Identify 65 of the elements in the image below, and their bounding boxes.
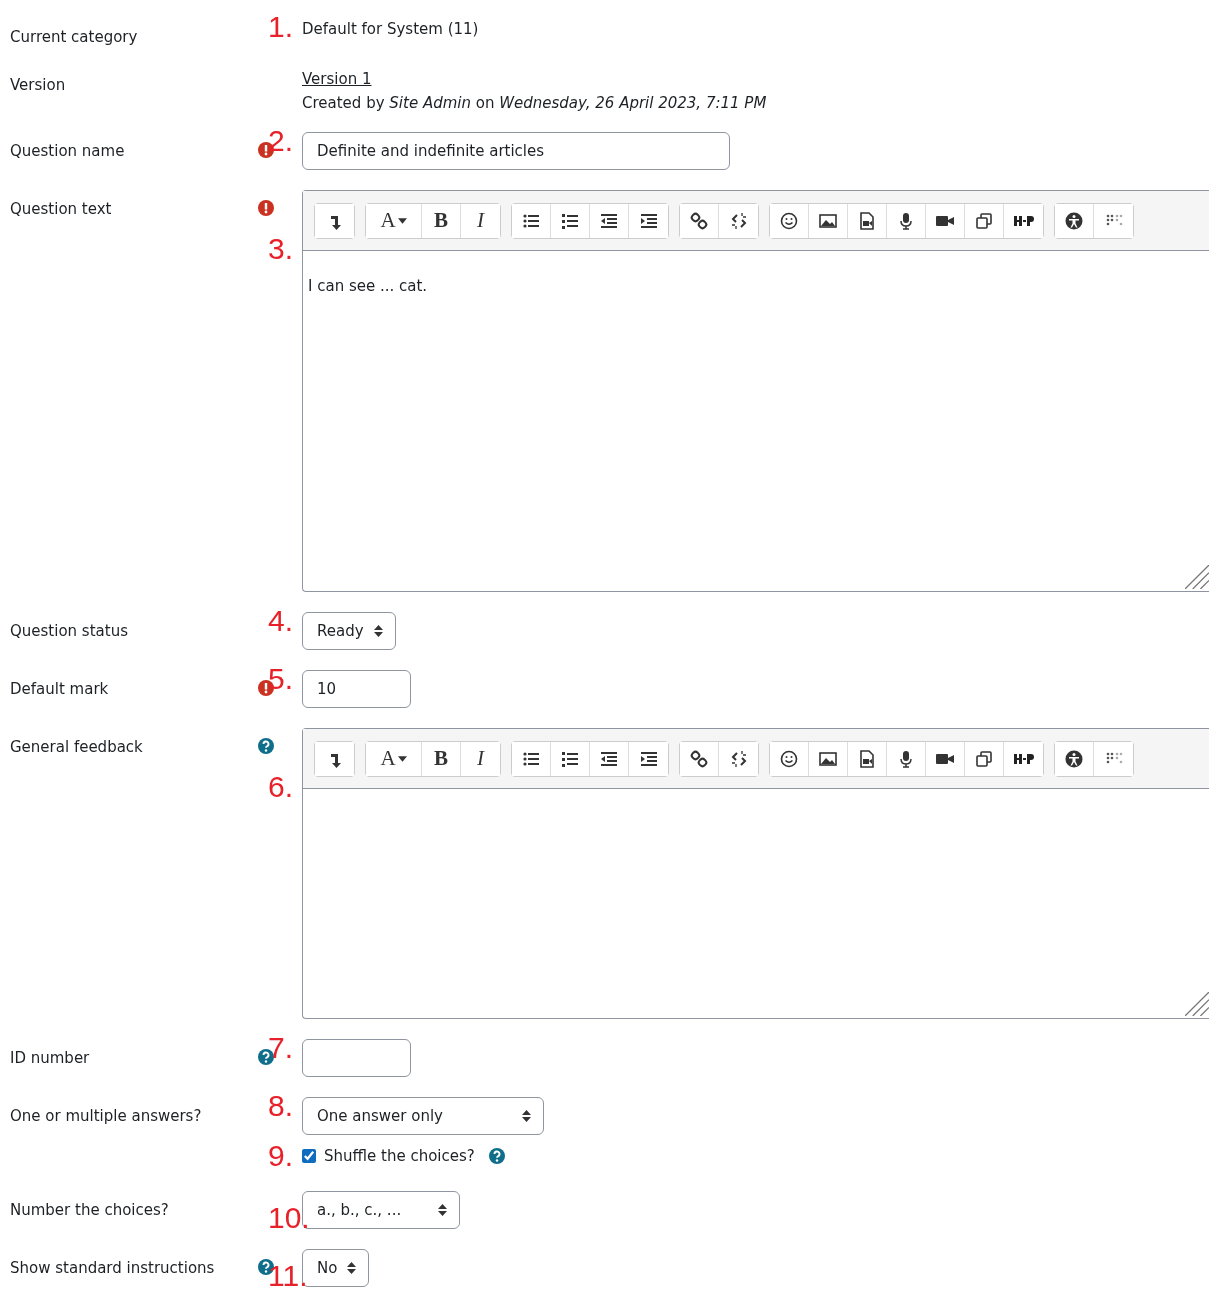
editor-text: I can see ... cat. (308, 277, 428, 295)
field-label: Question name (10, 142, 125, 160)
field-label: Show standard instructions (10, 1259, 215, 1277)
toolbar-button[interactable] (680, 741, 719, 776)
version-link[interactable]: Version 1 (302, 70, 372, 88)
input-field[interactable]: Definite and indefinite articles (302, 132, 730, 170)
toolbar-button[interactable] (315, 203, 354, 238)
select-dropdown[interactable]: One answer only (302, 1097, 544, 1135)
step-number: 5. (268, 664, 294, 694)
step-number: 2. (268, 126, 294, 156)
step-number: 1. (268, 12, 294, 42)
checkbox-label: Shuffle the choices? (324, 1147, 475, 1165)
text-editor[interactable]: A B I (302, 728, 1209, 1019)
field-label: Question status (10, 622, 128, 640)
text-editor[interactable]: A B I I can see ... cat. (302, 190, 1209, 592)
copy-icon (974, 210, 994, 231)
step-number: 9. (268, 1141, 294, 1171)
file-icon (857, 210, 877, 231)
link-icon (689, 748, 709, 769)
toolbar-button[interactable] (1055, 203, 1094, 238)
resize-grip-icon (1185, 992, 1209, 1016)
step-number: 8. (268, 1091, 294, 1121)
input-field[interactable]: 10 (302, 670, 411, 708)
font-button[interactable]: A (366, 203, 422, 238)
toolbar-button[interactable] (512, 203, 551, 238)
caret-icon (347, 1262, 357, 1274)
field-label: Number the choices? (10, 1201, 169, 1219)
smiley-icon (779, 210, 799, 231)
file-icon (857, 748, 877, 769)
created-info: Created by Site Admin on Wednesday, 26 April 2023, 7:11 PM (302, 94, 768, 112)
step-number: 3. (268, 234, 294, 264)
step-number: 6. (268, 772, 294, 802)
toolbar-button[interactable] (512, 741, 551, 776)
checkbox[interactable] (302, 1149, 316, 1163)
field-label: General feedback (10, 738, 143, 756)
toolbar-button[interactable] (770, 203, 809, 238)
caret-icon (373, 625, 383, 637)
field-label: Question text (10, 200, 112, 218)
caret-icon (522, 1110, 531, 1122)
field-label: One or multiple answers? (10, 1107, 202, 1125)
field-label: Current category (10, 28, 138, 46)
toolbar-button[interactable] (770, 741, 809, 776)
toolbar-button[interactable] (1055, 741, 1094, 776)
smiley-icon (779, 748, 799, 769)
field-label: Default mark (10, 680, 109, 698)
toolbar-button[interactable] (315, 741, 354, 776)
field-label: ID number (10, 1049, 90, 1067)
input-field[interactable] (302, 1039, 411, 1077)
copy-icon (974, 748, 994, 769)
field-label: Version (10, 76, 66, 94)
step-number: 4. (268, 606, 294, 636)
accessibility-icon (1064, 748, 1084, 769)
font-button[interactable]: A (366, 741, 422, 776)
accessibility-icon (1064, 210, 1084, 231)
caret-icon (397, 217, 407, 224)
help-icon[interactable] (258, 738, 274, 754)
category-value: Default for System (11) (302, 19, 480, 38)
caret-icon (397, 755, 407, 762)
toolbar-button[interactable] (680, 203, 719, 238)
select-dropdown[interactable]: Ready (302, 612, 396, 650)
link-icon (689, 210, 709, 231)
resize-grip-icon (1185, 565, 1209, 589)
caret-icon (438, 1204, 447, 1216)
step-number: 7. (268, 1033, 294, 1063)
help-icon[interactable] (488, 1148, 505, 1164)
